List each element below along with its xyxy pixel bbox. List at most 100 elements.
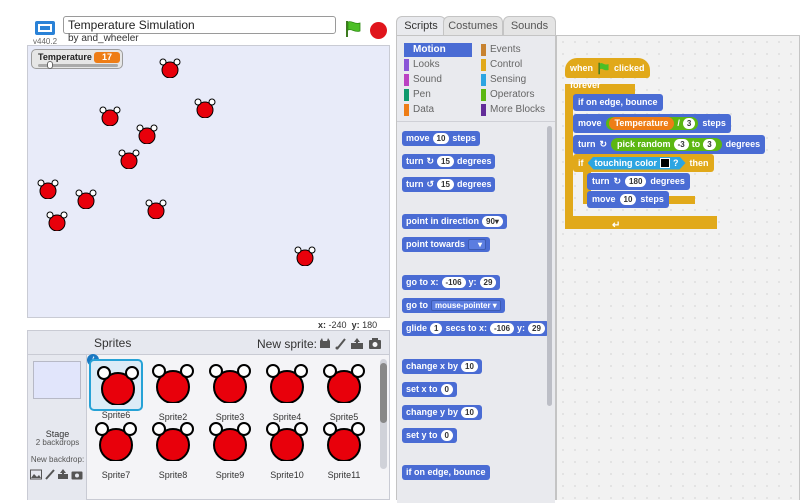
block-dropdown[interactable]: 90▾ — [482, 216, 503, 227]
block-if-on-edge-bounce[interactable]: if on edge, bounce — [573, 94, 663, 111]
category-control[interactable]: Control — [481, 58, 522, 72]
block-input[interactable]: 3 — [682, 118, 696, 129]
sprite-tile[interactable]: Sprite11 — [317, 417, 371, 480]
block-change-x[interactable]: change x by 10 — [402, 359, 482, 374]
block-dropdown[interactable]: ▾ — [468, 239, 486, 250]
molecule-sprite[interactable] — [194, 98, 216, 118]
category-more-blocks[interactable]: More Blocks — [481, 103, 545, 117]
block-turn-180[interactable]: turn ↻ 180 degrees — [587, 173, 690, 190]
monitor-slider-knob[interactable] — [46, 61, 53, 69]
palette-scrollbar[interactable] — [547, 126, 552, 406]
block-dropdown[interactable]: mouse-pointer ▾ — [431, 300, 501, 311]
block-if-on-edge-bounce[interactable]: if on edge, bounce — [402, 465, 490, 480]
block-text: move — [406, 133, 430, 143]
sprite-pane-scroll-thumb[interactable] — [380, 363, 387, 423]
block-input[interactable]: 3 — [703, 139, 716, 150]
category-sensing[interactable]: Sensing — [481, 73, 526, 87]
block-text: turn — [578, 139, 596, 149]
block-set-x[interactable]: set x to 0 — [402, 382, 457, 397]
project-title-input[interactable] — [63, 16, 336, 34]
touching-color-sensor[interactable]: touching color ? — [588, 157, 686, 170]
block-if-touching-color[interactable]: if touching color ? then — [573, 154, 714, 172]
script-area[interactable]: when clicked forever if on edge, bounce … — [556, 35, 800, 500]
block-input[interactable]: 0 — [440, 430, 453, 441]
block-turn-random[interactable]: turn ↻ pick random -3 to 3 degrees — [573, 135, 766, 154]
block-input[interactable]: 15 — [437, 179, 454, 190]
block-move-steps[interactable]: move 10 steps — [402, 131, 480, 146]
molecule-sprite[interactable] — [136, 124, 158, 144]
molecule-sprite[interactable] — [75, 189, 97, 209]
category-sound[interactable]: Sound — [404, 73, 442, 87]
block-turn-right[interactable]: turn ↻ 15 degrees — [402, 154, 496, 169]
camera-icon[interactable] — [368, 337, 382, 350]
sprite-tile[interactable]: Sprite2 — [146, 359, 200, 422]
category-motion[interactable]: Motion — [404, 43, 472, 57]
block-go-to[interactable]: go to mouse-pointer ▾ — [402, 298, 505, 313]
block-input[interactable]: 1 — [430, 323, 443, 334]
sprite-tile[interactable]: Sprite10 — [260, 417, 314, 480]
block-input[interactable]: 10 — [432, 133, 450, 144]
block-input[interactable]: -106 — [490, 323, 515, 334]
stage-thumbnail[interactable] — [33, 361, 81, 399]
category-events[interactable]: Events — [481, 43, 521, 57]
category-operators[interactable]: Operators — [481, 88, 534, 102]
sprite-tile[interactable]: Sprite7 — [89, 417, 143, 480]
block-input[interactable]: -3 — [673, 139, 689, 150]
block-point-in-direction[interactable]: point in direction 90▾ — [402, 214, 507, 229]
block-input[interactable]: 29 — [479, 277, 497, 288]
block-input[interactable]: 29 — [528, 323, 545, 334]
molecule-sprite[interactable] — [37, 179, 59, 199]
paint-backdrop-icon[interactable] — [44, 469, 56, 480]
camera-backdrop-icon[interactable] — [71, 469, 83, 480]
category-pen[interactable]: Pen — [404, 88, 431, 102]
block-move-temperature[interactable]: move Temperature / 3 steps — [573, 114, 731, 133]
pick-random-operator[interactable]: pick random -3 to 3 — [611, 138, 722, 151]
molecule-sprite[interactable] — [46, 211, 68, 231]
block-forever[interactable]: forever — [565, 78, 606, 92]
block-glide[interactable]: glide 1 secs to x: -106 y: 29 — [402, 321, 549, 336]
block-move-10[interactable]: move 10 steps — [587, 191, 669, 208]
block-point-towards[interactable]: point towards ▾ — [402, 237, 490, 252]
stage-canvas[interactable]: Temperature 17 — [27, 45, 390, 318]
molecule-sprite[interactable] — [99, 106, 121, 126]
sprite-library-icon[interactable] — [318, 337, 332, 350]
block-input[interactable]: 0 — [440, 384, 453, 395]
variable-temperature[interactable]: Temperature — [608, 117, 675, 130]
block-input[interactable]: 180 — [625, 176, 647, 187]
block-input[interactable]: 10 — [461, 361, 478, 372]
molecule-sprite[interactable] — [118, 149, 140, 169]
backdrop-library-icon[interactable] — [30, 469, 42, 480]
upload-icon[interactable] — [350, 337, 364, 350]
molecule-sprite[interactable] — [294, 246, 316, 266]
block-change-y[interactable]: change y by 10 — [402, 405, 482, 420]
molecule-sprite[interactable] — [159, 58, 181, 78]
sprite-tile[interactable]: Sprite6 — [89, 359, 143, 420]
green-flag-icon[interactable] — [344, 20, 362, 38]
block-input[interactable]: 10 — [619, 194, 637, 205]
sprite-tile[interactable]: Sprite8 — [146, 417, 200, 480]
block-input[interactable]: 10 — [461, 407, 478, 418]
block-input[interactable]: -106 — [441, 277, 466, 288]
category-looks[interactable]: Looks — [404, 58, 440, 72]
tab-scripts[interactable]: Scripts — [396, 16, 446, 36]
block-when-flag-clicked[interactable]: when clicked — [565, 58, 650, 78]
sprite-tile[interactable]: Sprite5 — [317, 359, 371, 422]
sprite-tile[interactable]: Sprite4 — [260, 359, 314, 422]
category-data[interactable]: Data — [404, 103, 434, 117]
block-go-to-xy[interactable]: go to x: -106 y: 29 — [402, 275, 501, 290]
stop-icon[interactable] — [370, 22, 387, 39]
block-turn-left[interactable]: turn ↺ 15 degrees — [402, 177, 496, 192]
molecule-sprite[interactable] — [145, 199, 167, 219]
upload-backdrop-icon[interactable] — [57, 469, 69, 480]
tab-sounds[interactable]: Sounds — [503, 16, 556, 36]
sprite-tile[interactable]: Sprite3 — [203, 359, 257, 422]
fullscreen-stage-icon[interactable] — [34, 20, 56, 36]
sprite-tile[interactable]: Sprite9 — [203, 417, 257, 480]
divide-operator[interactable]: Temperature / 3 — [605, 117, 699, 130]
color-swatch[interactable] — [660, 158, 670, 168]
block-set-y[interactable]: set y to 0 — [402, 428, 457, 443]
tab-costumes[interactable]: Costumes — [443, 16, 503, 36]
sprite-pane-scrollbar[interactable] — [380, 359, 387, 469]
paint-brush-icon[interactable] — [334, 337, 348, 350]
block-input[interactable]: 15 — [437, 156, 454, 167]
